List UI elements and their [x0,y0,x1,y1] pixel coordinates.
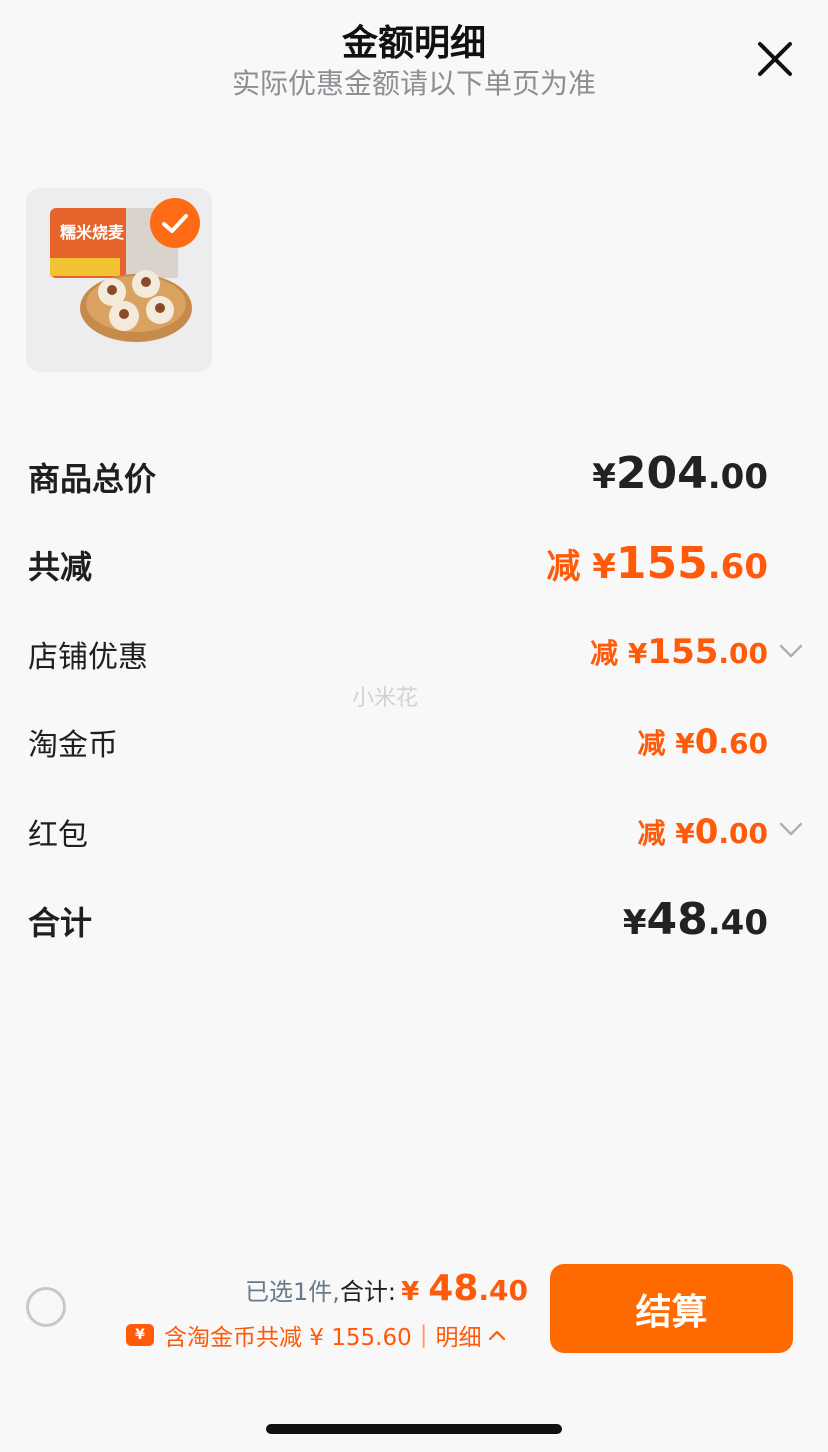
chevron-down-icon [779,644,803,658]
sum-amount: ¥48.40 [622,894,768,945]
shop-discount-expand-button[interactable] [778,642,804,660]
goods-total-label: 商品总价 [28,460,157,498]
total-reduce-amount: 减 ¥155.60 [546,538,768,589]
separator: | [419,1322,428,1348]
red-packet-amount[interactable]: 减 ¥0.00 [637,812,768,852]
footer-total-amount: ¥ 48.40 [401,1268,528,1309]
watermark: 小米花 [352,686,419,711]
sum-label: 合计 [28,904,93,942]
red-packet-expand-button[interactable] [778,820,804,838]
checkout-button[interactable]: 结算 [550,1264,793,1353]
selection-summary: 已选1件,合计: ¥ 48.40 [245,1268,528,1309]
home-indicator[interactable] [266,1424,562,1434]
check-icon [162,214,188,233]
detail-toggle-button[interactable]: 明细 [435,1318,507,1352]
shop-discount-amount[interactable]: 减 ¥155.00 [590,632,768,672]
package-label: 糯米烧麦 [60,223,125,242]
product-select-checkbox[interactable] [150,198,200,248]
detail-label: 明细 [435,1325,482,1351]
chevron-up-icon [489,1330,506,1341]
coin-discount-text: 含淘金币共减 ¥ 155.60 [164,1325,412,1351]
page-title: 金额明细 [341,23,486,64]
select-all-radio[interactable] [26,1287,66,1327]
close-button[interactable] [752,36,798,82]
total-reduce-label: 共减 [28,548,93,586]
coin-discount-line: ¥ 含淘金币共减 ¥ 155.60 | 明细 [126,1318,507,1352]
taojinbi-amount: 减 ¥0.60 [637,722,768,762]
shop-discount-label: 店铺优惠 [28,640,148,675]
coin-icon: ¥ [126,1324,154,1346]
red-packet-label: 红包 [28,818,88,853]
chevron-down-icon [779,822,803,836]
goods-total-amount: ¥204.00 [592,448,768,499]
taojinbi-label: 淘金币 [28,728,118,763]
close-icon [758,42,792,76]
page-subtitle: 实际优惠金额请以下单页为准 [231,67,596,100]
